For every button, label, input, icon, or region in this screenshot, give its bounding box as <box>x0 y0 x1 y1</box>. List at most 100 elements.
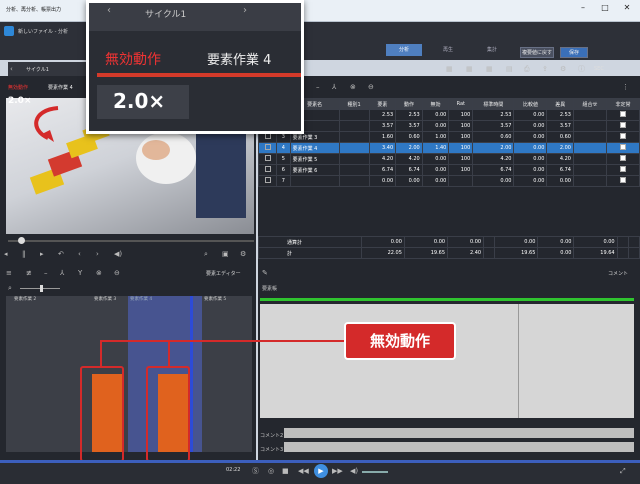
row-value[interactable]: 0.00 <box>421 120 450 132</box>
row-type[interactable] <box>338 131 370 143</box>
row-value[interactable]: 100 <box>448 109 474 121</box>
column-header[interactable]: 標準時間 <box>472 98 515 110</box>
more-icon[interactable]: ⋮ <box>622 82 629 92</box>
row-value[interactable]: 6.74 <box>368 164 397 176</box>
unit-select[interactable]: SEC <box>594 66 604 72</box>
row-value[interactable]: 6.74 <box>546 164 574 176</box>
row-value[interactable]: 2.00 <box>472 142 515 154</box>
row-value[interactable]: 3.40 <box>368 142 397 154</box>
row-value[interactable]: 2.53 <box>368 109 397 121</box>
table-row[interactable]: 4 要素作業 4 3.40 2.00 1.40 100 2.00 0.00 2.00 <box>257 142 640 154</box>
row-value[interactable]: 0.00 <box>513 142 548 154</box>
row-nonsteady-checkbox[interactable] <box>605 164 640 176</box>
row-value[interactable]: 0.00 <box>421 109 450 121</box>
column-header[interactable]: Rat <box>448 98 474 110</box>
table-row[interactable]: 7 0.00 0.00 0.00 0.00 0.00 0.00 <box>257 175 640 187</box>
row-value[interactable]: 0.00 <box>513 120 548 132</box>
rewind-player-icon[interactable]: ◀◀ <box>298 466 309 476</box>
row-value[interactable]: 100 <box>448 164 474 176</box>
minus-icon[interactable]: – <box>316 82 320 92</box>
undo-icon[interactable]: ↶ <box>58 249 64 259</box>
row-name[interactable]: 要素作業 5 <box>289 153 340 165</box>
row-nonsteady-checkbox[interactable] <box>605 109 640 121</box>
row-value[interactable]: 0.00 <box>513 164 548 176</box>
chevron-left-icon[interactable]: ‹ <box>10 64 13 74</box>
row-value[interactable]: 100 <box>448 120 474 132</box>
row-value[interactable]: 0.00 <box>546 175 574 187</box>
row-value[interactable]: 0.60 <box>395 131 423 143</box>
row-value[interactable]: 0.00 <box>513 153 548 165</box>
row-value[interactable] <box>448 175 474 187</box>
row-nonsteady-checkbox[interactable] <box>605 153 640 165</box>
row-value[interactable]: 1.40 <box>421 142 450 154</box>
print-icon[interactable]: ⎙ <box>524 64 530 74</box>
playhead[interactable] <box>190 296 193 452</box>
row-type[interactable] <box>338 164 370 176</box>
stop-icon[interactable]: ■ <box>282 466 289 476</box>
row-value[interactable]: 0.00 <box>472 175 515 187</box>
row-combo[interactable] <box>573 120 607 132</box>
row-type[interactable] <box>338 120 370 132</box>
zoom-icon[interactable]: ⌕ <box>204 249 208 259</box>
row-type[interactable] <box>338 153 370 165</box>
pencil-icon[interactable]: ✎ <box>262 268 268 278</box>
row-value[interactable]: 6.74 <box>472 164 515 176</box>
table-row[interactable]: 3 要素作業 3 1.60 0.60 1.00 100 0.60 0.00 0.60 <box>257 131 640 143</box>
image-icon[interactable]: ▣ <box>222 249 229 259</box>
row-type[interactable] <box>338 142 370 154</box>
row-combo[interactable] <box>573 153 607 165</box>
row-combo[interactable] <box>573 109 607 121</box>
close-icon[interactable]: ✕ <box>616 0 638 16</box>
row-value[interactable]: 0.00 <box>395 175 423 187</box>
speed-icon[interactable]: Ⓢ <box>252 466 259 476</box>
row-value[interactable]: 0.60 <box>472 131 515 143</box>
row-combo[interactable] <box>573 142 607 154</box>
comment3-field[interactable] <box>284 442 634 452</box>
minimize-icon[interactable]: – <box>572 0 594 16</box>
row-type[interactable] <box>338 175 370 187</box>
row-value[interactable]: 1.00 <box>421 131 450 143</box>
column-header[interactable]: 差異 <box>546 98 574 110</box>
split-tl-icon[interactable]: ⅄ <box>60 268 64 278</box>
merge-icon[interactable]: Y <box>78 268 82 278</box>
pause-icon[interactable]: ‖ <box>22 249 26 259</box>
volume-icon[interactable]: ◀) <box>114 249 122 259</box>
row-type[interactable] <box>338 109 370 121</box>
row-combo[interactable] <box>573 164 607 176</box>
gear-icon[interactable]: ⚙ <box>560 64 566 74</box>
settings-icon[interactable]: ⚙ <box>240 249 246 259</box>
dash-icon[interactable]: – <box>44 268 48 278</box>
grid-icon[interactable]: ▦ <box>466 64 473 74</box>
list-icon[interactable]: ≡ <box>6 268 12 278</box>
row-value[interactable]: 0.00 <box>421 164 450 176</box>
zoom-slider[interactable]: ⌕ <box>8 284 68 292</box>
column-header[interactable]: 比較値 <box>513 98 548 110</box>
cancel-icon[interactable]: ⊖ <box>368 82 374 92</box>
row-nonsteady-checkbox[interactable] <box>605 131 640 143</box>
grid-alt-icon[interactable]: ▦ <box>486 64 493 74</box>
info-icon[interactable]: ⓘ <box>578 64 585 74</box>
table-row[interactable]: 6 要素作業 6 6.74 6.74 0.00 100 6.74 0.00 6.74 <box>257 164 640 176</box>
row-value[interactable]: 3.57 <box>368 120 397 132</box>
row-value[interactable]: 6.74 <box>395 164 423 176</box>
row-nonsteady-checkbox[interactable] <box>605 175 640 187</box>
prev-icon[interactable]: ‹ <box>78 249 81 259</box>
table-row[interactable]: 5 要素作業 5 4.20 4.20 0.00 100 4.20 0.00 4.20 <box>257 153 640 165</box>
cancel-tl-icon[interactable]: ⊖ <box>114 268 120 278</box>
tool-label[interactable]: 要素帳 <box>262 285 277 292</box>
row-name[interactable]: 要素作業 4 <box>289 142 340 154</box>
row-name[interactable]: 要素作業 6 <box>289 164 340 176</box>
row-nonsteady-checkbox[interactable] <box>605 120 640 132</box>
layout-icon[interactable]: ▦ <box>446 64 453 74</box>
row-value[interactable]: 4.20 <box>546 153 574 165</box>
export-icon[interactable]: ⇪ <box>542 64 548 74</box>
row-value[interactable]: 100 <box>448 142 474 154</box>
row-value[interactable]: 3.57 <box>395 120 423 132</box>
row-value[interactable]: 100 <box>448 131 474 143</box>
table-row[interactable]: 23.573.570.001003.570.003.57 <box>257 120 640 132</box>
rewind-icon[interactable]: ◂ <box>4 249 8 259</box>
row-value[interactable]: 0.00 <box>421 153 450 165</box>
row-value[interactable]: 3.57 <box>546 120 574 132</box>
column-header[interactable]: 種別1 <box>338 98 370 110</box>
row-combo[interactable] <box>573 131 607 143</box>
